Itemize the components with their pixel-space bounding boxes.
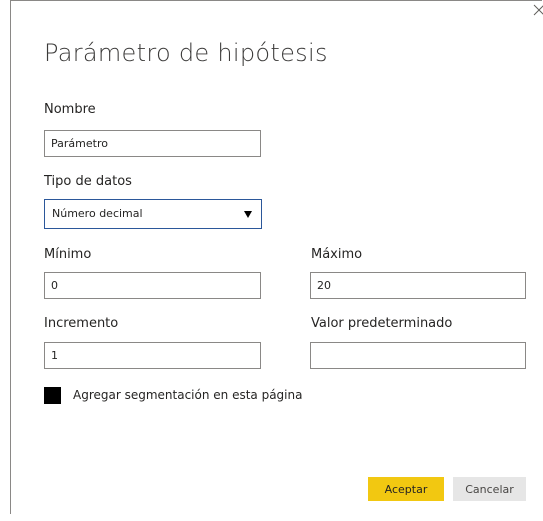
- tipo-datos-selected-value: Número decimal: [52, 207, 143, 220]
- cancelar-button[interactable]: Cancelar: [453, 477, 526, 501]
- tipo-datos-select[interactable]: Número decimal: [44, 199, 262, 229]
- valor-predeterminado-label: Valor predeterminado: [311, 316, 453, 331]
- chevron-down-icon: [244, 211, 252, 218]
- incremento-label: Incremento: [44, 316, 119, 331]
- what-if-parameter-dialog: Parámetro de hipótesis Nombre Tipo de da…: [0, 0, 543, 521]
- close-icon-glyph: [533, 4, 543, 16]
- minimo-label: Mínimo: [44, 247, 92, 262]
- nombre-input[interactable]: [44, 130, 261, 157]
- minimo-input[interactable]: [44, 272, 261, 299]
- valor-predeterminado-input[interactable]: [310, 342, 526, 369]
- maximo-input[interactable]: [310, 272, 526, 299]
- incremento-input[interactable]: [44, 342, 261, 369]
- dialog-border-left: [10, 0, 11, 514]
- dialog-title: Parámetro de hipótesis: [44, 39, 328, 67]
- tipo-datos-label: Tipo de datos: [44, 174, 132, 189]
- maximo-label: Máximo: [311, 247, 363, 262]
- close-icon[interactable]: [533, 4, 543, 16]
- nombre-label: Nombre: [44, 102, 96, 117]
- aceptar-button[interactable]: Aceptar: [368, 477, 444, 501]
- dialog-border-top: [10, 0, 542, 1]
- agregar-segmentacion-label: Agregar segmentación en esta página: [73, 388, 303, 402]
- agregar-segmentacion-checkbox[interactable]: [44, 387, 61, 404]
